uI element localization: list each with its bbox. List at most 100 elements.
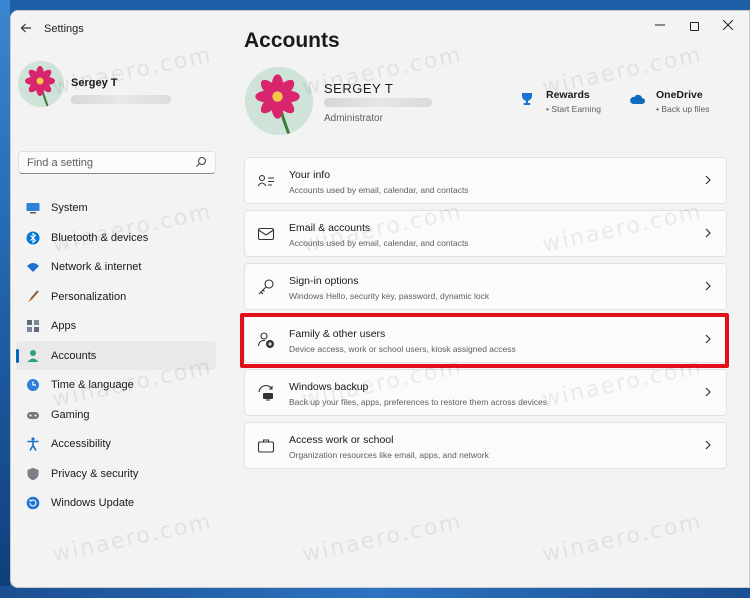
apps-icon bbox=[27, 320, 39, 332]
settings-window: Settings Sergey T Find a setting System … bbox=[10, 10, 750, 588]
sidebar-item-personalization[interactable]: Personalization bbox=[16, 282, 216, 312]
monitor-icon bbox=[26, 203, 40, 214]
card-title: Sign-in options bbox=[289, 275, 359, 287]
chevron-right-icon bbox=[705, 175, 711, 185]
sidebar-item-gaming[interactable]: Gaming bbox=[16, 400, 216, 430]
card-subtitle: Organization resources like email, apps,… bbox=[289, 450, 489, 460]
chevron-right-icon bbox=[705, 228, 711, 238]
minimize-icon bbox=[655, 24, 665, 26]
card-title: Email & accounts bbox=[289, 222, 371, 234]
chevron-right-icon bbox=[705, 387, 711, 397]
sidebar-item-system[interactable]: System bbox=[16, 193, 216, 223]
sidebar-item-label: Accounts bbox=[51, 349, 97, 362]
card-title: Access work or school bbox=[289, 434, 394, 446]
minimize-button[interactable] bbox=[643, 15, 677, 37]
mail-icon bbox=[257, 227, 275, 241]
sidebar-item-label: Privacy & security bbox=[51, 467, 139, 480]
sidebar-item-accessibility[interactable]: Accessibility bbox=[16, 429, 216, 459]
chevron-right-icon bbox=[705, 440, 711, 450]
page-title: Accounts bbox=[244, 29, 340, 52]
title-bar: Settings bbox=[11, 11, 749, 47]
briefcase-icon bbox=[257, 439, 275, 453]
card-windows-backup[interactable]: Windows backup Back up your files, apps,… bbox=[244, 369, 727, 416]
onedrive-cloud-icon bbox=[630, 94, 645, 104]
card-title: Your info bbox=[289, 169, 331, 181]
sidebar-item-network[interactable]: Network & internet bbox=[16, 252, 216, 282]
watermark-text: winaero.com bbox=[50, 509, 215, 568]
globe-clock-icon bbox=[27, 379, 39, 391]
chevron-right-icon bbox=[705, 281, 711, 291]
watermark-text: winaero.com bbox=[50, 42, 215, 101]
app-title: Settings bbox=[44, 23, 84, 35]
user-email-redacted bbox=[324, 98, 432, 107]
user-role: Administrator bbox=[324, 113, 383, 124]
user-avatar[interactable] bbox=[245, 67, 313, 135]
rewards-subtitle: Start Earning bbox=[546, 104, 601, 114]
shield-icon bbox=[27, 467, 39, 480]
card-subtitle: Accounts used by email, calendar, and co… bbox=[289, 238, 469, 248]
settings-card-list: Your info Accounts used by email, calend… bbox=[244, 157, 727, 475]
sidebar-item-label: Gaming bbox=[51, 408, 90, 421]
wifi-icon bbox=[27, 263, 39, 272]
avatar bbox=[18, 61, 64, 107]
sidebar-item-label: Accessibility bbox=[51, 438, 111, 450]
sidebar-item-label: Bluetooth & devices bbox=[51, 231, 149, 244]
sidebar-item-bluetooth[interactable]: Bluetooth & devices bbox=[16, 223, 216, 253]
key-icon bbox=[258, 279, 274, 295]
brush-icon bbox=[28, 289, 39, 302]
close-icon bbox=[722, 19, 734, 31]
card-subtitle: Back up your files, apps, preferences to… bbox=[289, 397, 547, 407]
accessibility-icon bbox=[27, 437, 39, 451]
gamepad-icon bbox=[27, 411, 39, 419]
card-title: Family & other users bbox=[289, 328, 386, 340]
update-icon bbox=[26, 496, 40, 510]
maximize-button[interactable] bbox=[677, 15, 711, 37]
sidebar-item-privacy[interactable]: Privacy & security bbox=[16, 459, 216, 489]
person-icon bbox=[27, 349, 39, 362]
flower-avatar-image bbox=[18, 61, 64, 107]
maximize-icon bbox=[689, 22, 699, 32]
rewards-trophy-icon bbox=[522, 93, 532, 105]
arrow-left-icon bbox=[20, 23, 31, 33]
user-name: SERGEY T bbox=[324, 81, 394, 96]
card-your-info[interactable]: Your info Accounts used by email, calend… bbox=[244, 157, 727, 204]
watermark-text: winaero.com bbox=[540, 509, 705, 568]
card-sign-in-options[interactable]: Sign-in options Windows Hello, security … bbox=[244, 263, 727, 310]
back-button[interactable] bbox=[15, 18, 37, 40]
profile-name: Sergey T bbox=[71, 77, 118, 89]
bluetooth-icon bbox=[26, 231, 40, 244]
onedrive-subtitle: Back up files bbox=[656, 104, 709, 114]
flower-avatar-image bbox=[245, 67, 313, 135]
sidebar-item-label: System bbox=[51, 202, 88, 214]
chevron-right-icon bbox=[705, 334, 711, 344]
search-input[interactable] bbox=[19, 152, 189, 173]
sidebar-item-label: Windows Update bbox=[51, 497, 135, 509]
card-subtitle: Windows Hello, security key, password, d… bbox=[289, 291, 490, 301]
backup-icon bbox=[258, 385, 273, 401]
sidebar-item-time-language[interactable]: Time & language bbox=[16, 370, 216, 400]
onedrive-title: OneDrive bbox=[656, 89, 703, 101]
sidebar-item-label: Apps bbox=[51, 320, 77, 332]
card-title: Windows backup bbox=[289, 381, 369, 393]
card-family-other-users[interactable]: Family & other users Device access, work… bbox=[244, 316, 727, 363]
person-add-icon bbox=[257, 332, 274, 348]
sidebar-nav: System Bluetooth & devices Network & int… bbox=[16, 193, 216, 518]
card-email-accounts[interactable]: Email & accounts Accounts used by email,… bbox=[244, 210, 727, 257]
desktop-wallpaper-strip bbox=[0, 0, 10, 598]
sidebar-item-apps[interactable]: Apps bbox=[16, 311, 216, 341]
close-button[interactable] bbox=[711, 15, 745, 37]
sidebar-item-windows-update[interactable]: Windows Update bbox=[16, 488, 216, 518]
sidebar-item-label: Network & internet bbox=[51, 261, 142, 273]
profile-email-redacted bbox=[71, 95, 171, 104]
card-subtitle: Device access, work or school users, kio… bbox=[289, 344, 516, 354]
card-subtitle: Accounts used by email, calendar, and co… bbox=[289, 185, 469, 195]
watermark-text: winaero.com bbox=[300, 509, 465, 568]
card-access-work-school[interactable]: Access work or school Organization resou… bbox=[244, 422, 727, 469]
rewards-title: Rewards bbox=[546, 89, 590, 101]
sidebar-item-label: Time & language bbox=[51, 379, 134, 391]
search-icon[interactable] bbox=[195, 156, 207, 168]
sidebar-item-accounts[interactable]: Accounts bbox=[16, 340, 216, 370]
person-card-icon bbox=[257, 174, 274, 187]
sidebar-item-label: Personalization bbox=[51, 290, 127, 303]
search-box[interactable] bbox=[18, 151, 216, 174]
